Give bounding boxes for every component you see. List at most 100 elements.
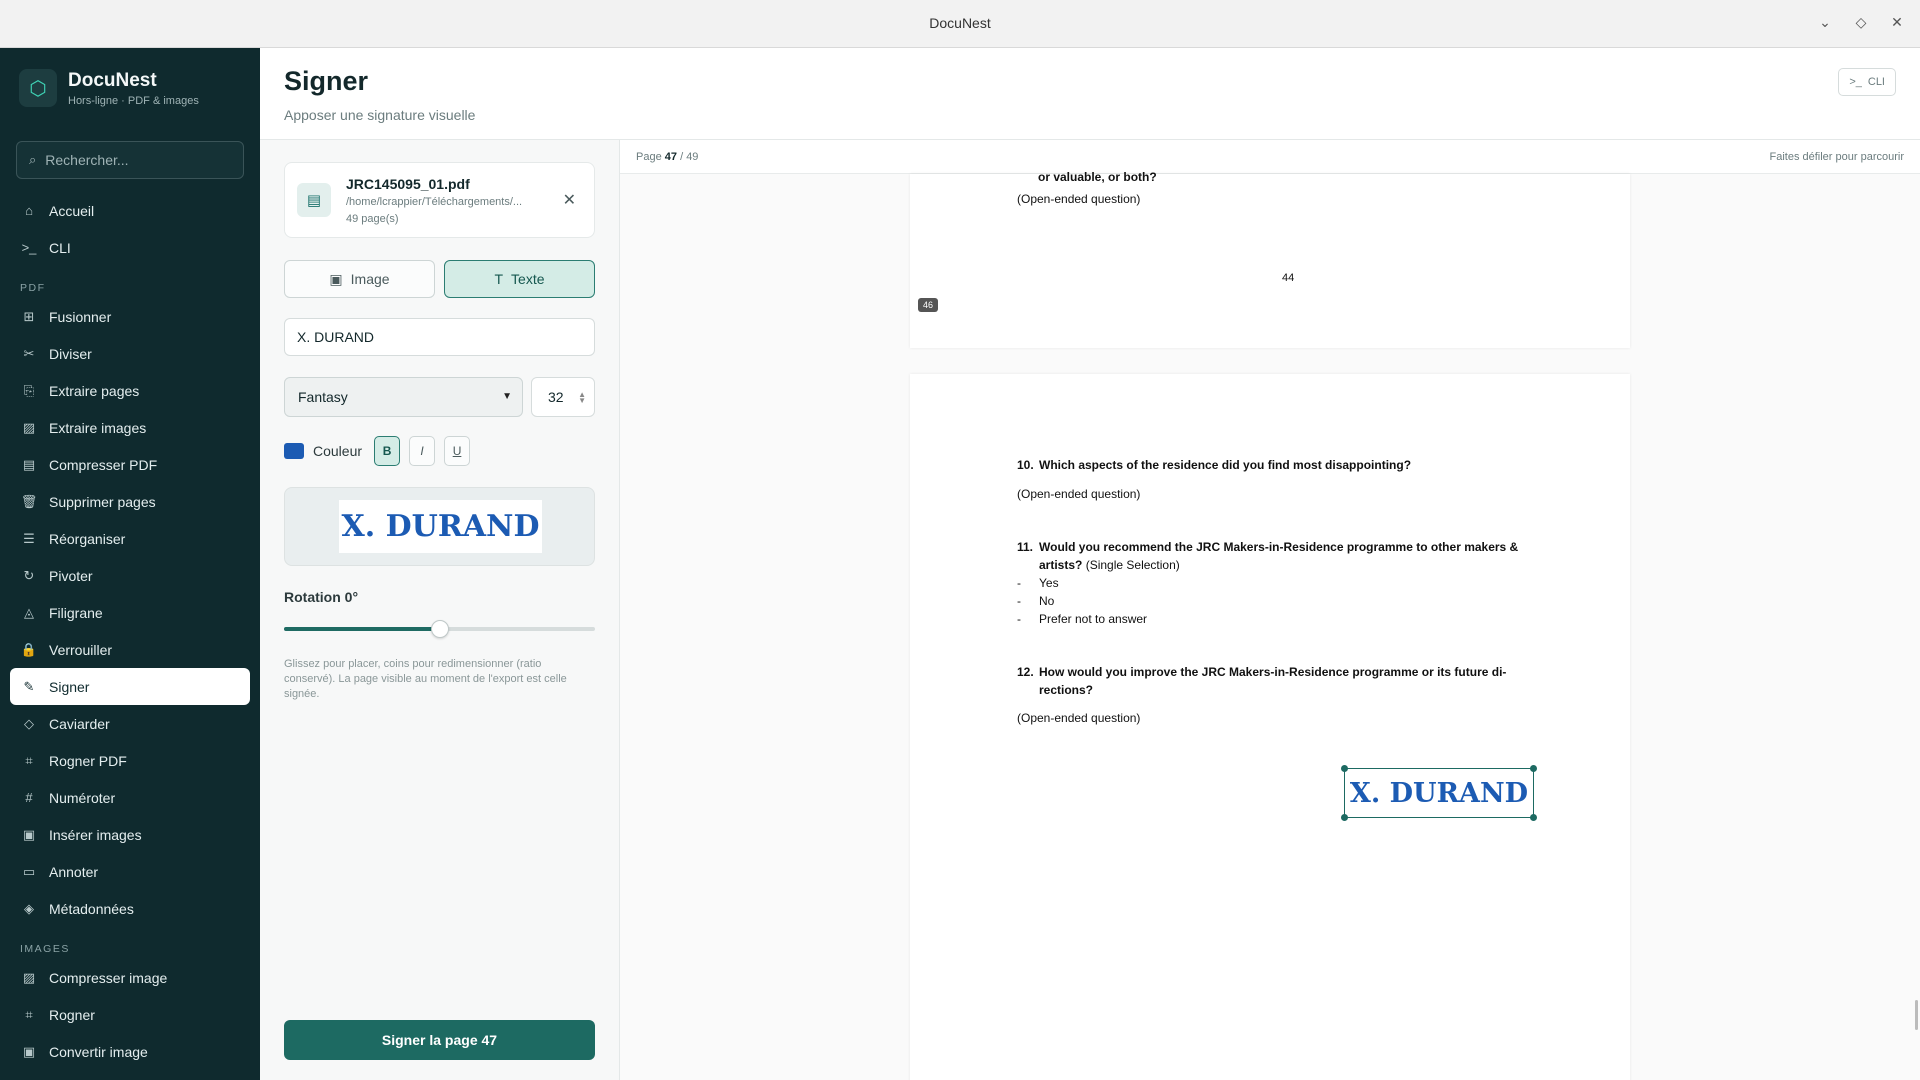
convert-image-icon: ▣ xyxy=(22,1043,36,1059)
window-title: DocuNest xyxy=(929,15,991,31)
sidebar-item-extraire-images[interactable]: ▨ Extraire images xyxy=(10,409,250,446)
resize-handle-bottom-left[interactable] xyxy=(1341,814,1348,821)
sidebar-section-label: PDF xyxy=(20,282,46,294)
question-type: (Single Selection) xyxy=(1085,558,1180,572)
cli-button[interactable]: >_ CLI xyxy=(1838,68,1896,96)
font-size-value: 32 xyxy=(548,389,564,405)
sidebar-item-ins-rer-images[interactable]: ▣ Insérer images xyxy=(10,816,250,853)
lock-icon: 🔒 xyxy=(20,641,38,657)
sidebar-item-verrouiller[interactable]: 🔒 Verrouiller xyxy=(10,631,250,668)
tab-image[interactable]: ▣ Image xyxy=(284,260,435,298)
sidebar-item-label: Signer xyxy=(49,678,90,695)
sidebar-item-supprimer-pages[interactable]: 🗑 Supprimer pages xyxy=(10,483,250,520)
close-icon[interactable]: ✕ xyxy=(563,190,576,210)
question-number: 11. xyxy=(1017,540,1034,554)
minimize-icon[interactable]: ⌄ xyxy=(1816,14,1834,31)
viewer-scrollbar[interactable] xyxy=(1915,1000,1918,1030)
terminal-icon: >_ xyxy=(1849,76,1862,88)
sidebar-item-caviarder[interactable]: ◇ Caviarder xyxy=(10,705,250,742)
window-controls: ⌄ ◇ ✕ xyxy=(1816,14,1906,31)
cli-button-label: CLI xyxy=(1867,76,1885,88)
underline-toggle[interactable]: U xyxy=(444,436,471,466)
sidebar-item-label: Filigrane xyxy=(49,604,103,621)
pdf-page-47[interactable]: 10. Which aspects of the residence did y… xyxy=(910,374,1630,1080)
sidebar-item-extraire-pages[interactable]: ⎘ Extraire pages xyxy=(10,372,250,409)
reorder-icon: ☰ xyxy=(23,530,35,546)
pdf-viewer[interactable]: Page 47 / 49 Faites défiler pour parcour… xyxy=(620,140,1920,1080)
sidebar-item-filigrane[interactable]: ◬ Filigrane xyxy=(10,594,250,631)
file-name: JRC145095_01.pdf xyxy=(346,176,470,192)
rotation-slider-fill xyxy=(284,627,440,631)
page-title: Signer xyxy=(284,66,369,96)
open-ended-label: (Open-ended question) xyxy=(1017,487,1141,501)
sidebar-item-rogner-pdf[interactable]: ⌗ Rogner PDF xyxy=(10,742,250,779)
placed-signature[interactable]: X. DURAND xyxy=(1341,765,1537,821)
resize-handle-top-right[interactable] xyxy=(1530,765,1537,772)
tab-text[interactable]: T Texte xyxy=(444,260,595,298)
file-icon: ▤ xyxy=(297,183,331,217)
brand: ⬡ DocuNest Hors-ligne · PDF & images xyxy=(19,69,199,107)
extract-pages-icon: ⎘ xyxy=(23,382,35,398)
sidebar-item-diviser[interactable]: ✂ Diviser xyxy=(10,335,250,372)
sidebar-item-compresser-image[interactable]: ▨ Compresser image xyxy=(10,959,250,996)
sidebar-item-signer[interactable]: ✎ Signer xyxy=(10,668,250,705)
question-text-line2: artists? (Single Selection) xyxy=(1039,558,1180,572)
extract-images-icon: ▨ xyxy=(22,419,36,435)
sidebar-item-annoter[interactable]: ▭ Annoter xyxy=(10,853,250,890)
sidebar-item-num-roter[interactable]: # Numéroter xyxy=(10,779,250,816)
sidebar-item-accueil[interactable]: ⌂ Accueil xyxy=(10,192,250,229)
sidebar-item-convertir-image[interactable]: ▣ Convertir image xyxy=(10,1033,250,1070)
sidebar-item-m-tadonn-es[interactable]: ◈ Métadonnées xyxy=(10,890,250,927)
sidebar-item-r-organiser[interactable]: ☰ Réorganiser xyxy=(10,520,250,557)
search-box[interactable]: ⌕ xyxy=(16,141,244,179)
tab-text-label: Texte xyxy=(511,271,545,287)
text-style-row: Couleur B I U xyxy=(284,436,479,466)
open-ended-label: (Open-ended question) xyxy=(1017,192,1141,206)
sidebar-item-cli[interactable]: >_ CLI xyxy=(10,229,250,266)
cut-question-text: or valuable, or both? xyxy=(1038,170,1157,184)
sidebar-item-label: Compresser image xyxy=(49,969,168,986)
rotation-slider-thumb[interactable] xyxy=(431,620,449,638)
home-icon: ⌂ xyxy=(25,203,33,218)
image-icon: ▣ xyxy=(329,270,343,287)
watermark-icon: ◬ xyxy=(24,604,34,620)
signature-mode-tabs: ▣ Image T Texte xyxy=(284,260,595,298)
stepper-arrows-icon[interactable]: ▲ ▼ xyxy=(578,391,586,405)
signature-panel: ▤ JRC145095_01.pdf /home/lcrappier/Téléc… xyxy=(260,140,620,1080)
sidebar-item-label: Verrouiller xyxy=(49,641,113,658)
sign-page-button[interactable]: Signer la page 47 xyxy=(284,1020,595,1060)
option-item: Prefer not to answer xyxy=(1039,612,1148,626)
italic-toggle[interactable]: I xyxy=(409,436,436,466)
file-page-count: 49 page(s) xyxy=(346,213,399,225)
resize-handle-bottom-right[interactable] xyxy=(1530,814,1537,821)
sidebar-item-rogner[interactable]: ⌗ Rogner xyxy=(10,996,250,1033)
text-icon: T xyxy=(494,271,504,287)
sidebar-item-label: Supprimer pages xyxy=(49,493,156,510)
rotate-icon: ↻ xyxy=(23,567,35,583)
option-dash: - xyxy=(1017,594,1021,608)
sidebar-item-pivoter[interactable]: ↻ Pivoter xyxy=(10,557,250,594)
search-input[interactable] xyxy=(45,152,226,168)
maximize-icon[interactable]: ◇ xyxy=(1852,14,1870,31)
trash-icon: 🗑 xyxy=(20,493,38,509)
rotation-slider[interactable] xyxy=(284,619,595,639)
sidebar-item-label: Pivoter xyxy=(49,567,93,584)
viewer-toolbar: Page 47 / 49 Faites défiler pour parcour… xyxy=(620,140,1920,174)
compress-image-icon: ▨ xyxy=(22,969,36,985)
sidebar-item-fusionner[interactable]: ⊞ Fusionner xyxy=(10,298,250,335)
color-swatch[interactable] xyxy=(284,443,304,459)
merge-icon: ⊞ xyxy=(23,308,35,324)
resize-handle-top-left[interactable] xyxy=(1341,765,1348,772)
scissors-icon: ✂ xyxy=(23,345,35,361)
font-size-stepper[interactable]: 32 ▲ ▼ xyxy=(531,377,595,417)
font-select[interactable]: Fantasy ▼ xyxy=(284,377,523,417)
option-item: No xyxy=(1039,594,1055,608)
close-window-icon[interactable]: ✕ xyxy=(1888,14,1906,31)
brand-name: DocuNest xyxy=(68,69,157,91)
question-number: 10. xyxy=(1017,458,1034,472)
bold-toggle[interactable]: B xyxy=(374,436,401,466)
signature-text-input[interactable] xyxy=(284,318,595,356)
chevron-down-icon: ▼ xyxy=(502,391,512,402)
open-ended-label: (Open-ended question) xyxy=(1017,711,1141,725)
sidebar-item-compresser-pdf[interactable]: ▤ Compresser PDF xyxy=(10,446,250,483)
